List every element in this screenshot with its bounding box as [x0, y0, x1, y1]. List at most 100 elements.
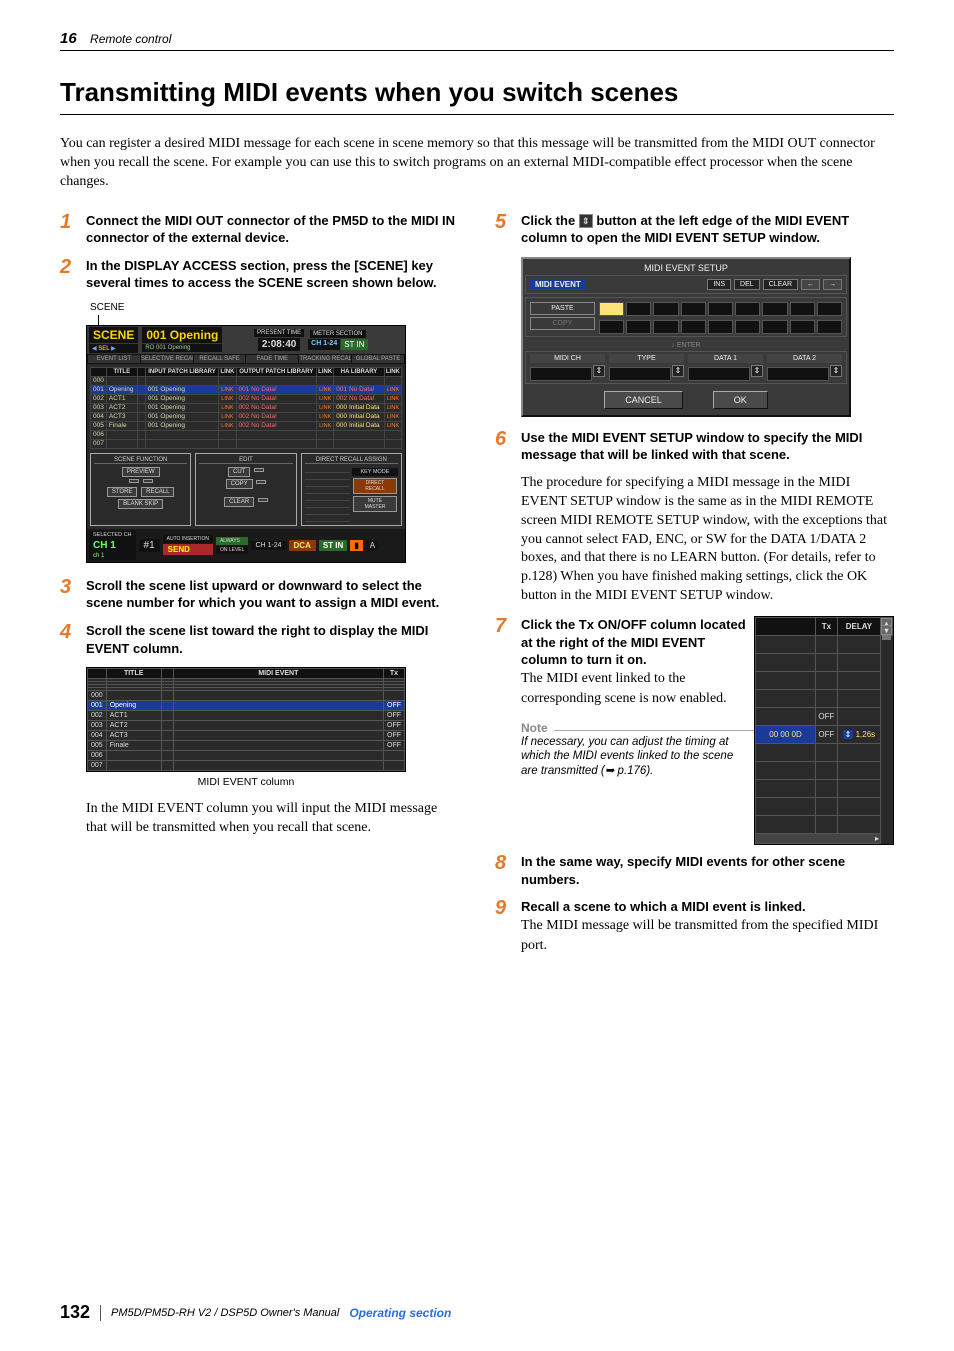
table-row[interactable]: 000 — [88, 691, 405, 701]
table-row[interactable]: 006 — [88, 751, 405, 761]
midi-event-open-icon[interactable]: ⇕ — [579, 214, 593, 228]
scroll-down-icon[interactable]: ▾ — [881, 625, 892, 635]
step-number: 2 — [60, 257, 78, 277]
table-row[interactable] — [756, 636, 893, 654]
tab-tracking-recall[interactable]: TRACKING RECALL — [299, 355, 351, 363]
footer-section: Operating section — [349, 1306, 451, 1320]
horizontal-scrollbar[interactable]: ▸ — [756, 834, 881, 844]
table-row[interactable] — [756, 816, 893, 834]
recall-button[interactable]: RECALL — [141, 487, 174, 497]
table-row[interactable]: OFF — [756, 708, 893, 726]
preview-button[interactable]: PREVIEW — [122, 467, 160, 477]
table-row[interactable]: 001Opening001 OpeningLINK001 No Data!LIN… — [91, 385, 402, 394]
direct-recall-button[interactable]: DIRECT RECALL — [353, 478, 397, 494]
mute-master-button[interactable]: MUTE MASTER — [353, 496, 397, 512]
enter-label: ENTER — [677, 342, 701, 349]
hex-slot[interactable] — [817, 320, 842, 334]
store-button[interactable]: STORE — [107, 487, 138, 497]
table-row[interactable]: 006 — [91, 430, 402, 439]
hex-slot[interactable] — [653, 320, 678, 334]
hex-slot[interactable] — [735, 320, 760, 334]
table-row[interactable]: 002ACT1OFF — [88, 711, 405, 721]
table-row[interactable] — [756, 690, 893, 708]
tab-fade-time[interactable]: FADE TIME — [246, 355, 298, 363]
table-row[interactable] — [756, 654, 893, 672]
hex-slot[interactable] — [626, 302, 651, 316]
midi-ch-slot[interactable] — [530, 367, 592, 381]
table-row[interactable]: 005Finale001 OpeningLINK002 No Data!LINK… — [91, 421, 402, 430]
ins-button[interactable]: INS — [707, 279, 731, 290]
col-output-patch: OUTPUT PATCH LIBRARY — [236, 367, 317, 376]
tab-recall-safe[interactable]: RECALL SAFE — [194, 355, 246, 363]
step5-pretext: Click the — [521, 213, 579, 228]
table-row[interactable]: 002ACT1001 OpeningLINK002 No Data!LINK00… — [91, 394, 402, 403]
hex-slot[interactable] — [735, 302, 760, 316]
step7-bold: Click the Tx ON/OFF column located at th… — [521, 617, 746, 667]
table-row[interactable] — [756, 672, 893, 690]
tab-event-list[interactable]: EVENT LIST — [88, 355, 140, 363]
hex-slot[interactable] — [817, 302, 842, 316]
arrow-right-button[interactable]: → — [823, 279, 842, 290]
table-row[interactable]: 003ACT2OFF — [88, 721, 405, 731]
table-row[interactable] — [756, 744, 893, 762]
orange-tab[interactable]: ▮ — [350, 540, 362, 551]
table-row[interactable]: 007 — [88, 761, 405, 771]
clear-button[interactable]: CLEAR — [224, 497, 254, 507]
hex-slot[interactable] — [626, 320, 651, 334]
table-row[interactable]: 000 — [91, 376, 402, 385]
spinner-icon[interactable]: ⇕ — [751, 365, 763, 377]
step-number: 1 — [60, 212, 78, 232]
table-row[interactable]: 004ACT3OFF — [88, 731, 405, 741]
scene-list-table[interactable]: TITLE INPUT PATCH LIBRARY LINK OUTPUT PA… — [90, 367, 402, 449]
spinner-icon[interactable]: ⇕ — [593, 365, 605, 377]
data2-slot[interactable] — [767, 367, 829, 381]
hex-slot[interactable] — [790, 320, 815, 334]
selected-ch-sub: ch 1 — [89, 552, 136, 560]
cancel-button[interactable]: CANCEL — [604, 391, 683, 409]
hex-slot[interactable] — [681, 302, 706, 316]
spinner-icon[interactable]: ⇕ — [672, 365, 684, 377]
redo-button[interactable] — [143, 479, 153, 483]
hex-slot[interactable] — [599, 320, 624, 334]
undo-button-2[interactable] — [254, 468, 264, 472]
copy-button[interactable]: COPY — [226, 479, 253, 489]
tab-global-paste[interactable]: GLOBAL PASTE — [352, 355, 404, 363]
type-slot[interactable] — [609, 367, 671, 381]
table-row[interactable]: 003ACT2001 OpeningLINK002 No Data!LINK00… — [91, 403, 402, 412]
col-title: TITLE — [106, 669, 161, 679]
redo-button-2[interactable] — [256, 480, 266, 484]
hex-slot[interactable] — [762, 320, 787, 334]
hex-slot[interactable] — [681, 320, 706, 334]
table-row[interactable]: 001OpeningOFF — [88, 701, 405, 711]
table-row[interactable]: 00 00 0DOFF⇕ 1.26s — [756, 726, 893, 744]
table-row[interactable]: 007 — [91, 439, 402, 448]
spinner-icon[interactable]: ⇕ — [830, 365, 842, 377]
hex-slot[interactable] — [762, 302, 787, 316]
table-row[interactable]: 005FinaleOFF — [88, 741, 405, 751]
step-text: In the DISPLAY ACCESS section, press the… — [86, 257, 459, 292]
col-title: TITLE — [106, 367, 137, 376]
vertical-scrollbar[interactable]: ▴ ▾ — [881, 618, 893, 636]
hex-slot[interactable] — [708, 302, 733, 316]
table-row[interactable]: 004ACT3001 OpeningLINK002 No Data!LINK00… — [91, 412, 402, 421]
cut-button[interactable]: CUT — [228, 467, 250, 477]
ok-button[interactable]: OK — [713, 391, 768, 409]
paste-button[interactable]: PASTE — [530, 302, 595, 315]
table-row[interactable] — [756, 762, 893, 780]
tab-selective-recall[interactable]: SELECTIVE RECALL — [141, 355, 193, 363]
send-button[interactable]: SEND — [163, 544, 213, 555]
del-button[interactable]: DEL — [734, 279, 760, 290]
data1-slot[interactable] — [688, 367, 750, 381]
hex-slot[interactable] — [653, 302, 678, 316]
undo-button-3[interactable] — [258, 498, 268, 502]
blank-skip-button[interactable]: BLANK SKIP — [118, 499, 163, 509]
hex-slot[interactable] — [599, 302, 624, 316]
clear-button[interactable]: CLEAR — [763, 279, 798, 290]
hex-slot[interactable] — [708, 320, 733, 334]
table-row[interactable] — [756, 780, 893, 798]
copy-button[interactable]: COPY — [530, 317, 595, 330]
hex-slot[interactable] — [790, 302, 815, 316]
undo-button[interactable] — [129, 479, 139, 483]
arrow-left-button[interactable]: ← — [801, 279, 820, 290]
table-row[interactable] — [756, 798, 893, 816]
